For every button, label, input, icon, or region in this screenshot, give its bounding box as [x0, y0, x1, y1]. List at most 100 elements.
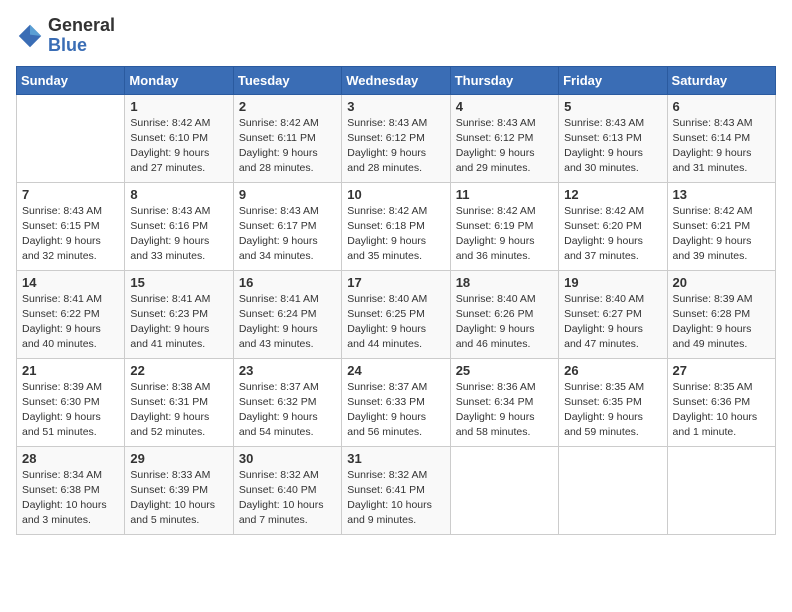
day-info-line: and 58 minutes.: [456, 426, 531, 438]
calendar-cell: [17, 94, 125, 182]
calendar-cell: 23Sunrise: 8:37 AMSunset: 6:32 PMDayligh…: [233, 358, 341, 446]
day-info-line: Sunset: 6:36 PM: [673, 396, 751, 408]
day-info-line: and 3 minutes.: [22, 514, 91, 526]
day-info-line: and 51 minutes.: [22, 426, 97, 438]
day-info: Sunrise: 8:42 AMSunset: 6:18 PMDaylight:…: [347, 204, 444, 265]
day-info-line: and 59 minutes.: [564, 426, 639, 438]
day-info-line: Daylight: 9 hours: [239, 235, 318, 247]
day-info-line: Sunrise: 8:39 AM: [22, 381, 102, 393]
day-info-line: Daylight: 9 hours: [22, 235, 101, 247]
day-info-line: Sunset: 6:27 PM: [564, 308, 642, 320]
logo-text: General Blue: [48, 16, 115, 56]
day-info-line: Sunrise: 8:38 AM: [130, 381, 210, 393]
calendar-cell: 27Sunrise: 8:35 AMSunset: 6:36 PMDayligh…: [667, 358, 775, 446]
day-info-line: Daylight: 9 hours: [673, 235, 752, 247]
day-info: Sunrise: 8:35 AMSunset: 6:35 PMDaylight:…: [564, 380, 661, 441]
day-number: 5: [564, 99, 661, 114]
day-info-line: and 37 minutes.: [564, 250, 639, 262]
day-info: Sunrise: 8:43 AMSunset: 6:17 PMDaylight:…: [239, 204, 336, 265]
calendar-cell: [559, 446, 667, 534]
day-info: Sunrise: 8:43 AMSunset: 6:14 PMDaylight:…: [673, 116, 770, 177]
day-info-line: and 40 minutes.: [22, 338, 97, 350]
day-number: 30: [239, 451, 336, 466]
day-number: 17: [347, 275, 444, 290]
day-info: Sunrise: 8:32 AMSunset: 6:40 PMDaylight:…: [239, 468, 336, 529]
header-saturday: Saturday: [667, 66, 775, 94]
calendar-cell: 9Sunrise: 8:43 AMSunset: 6:17 PMDaylight…: [233, 182, 341, 270]
day-info-line: and 28 minutes.: [239, 162, 314, 174]
day-info-line: Sunrise: 8:42 AM: [130, 117, 210, 129]
calendar-cell: 15Sunrise: 8:41 AMSunset: 6:23 PMDayligh…: [125, 270, 233, 358]
day-info: Sunrise: 8:43 AMSunset: 6:15 PMDaylight:…: [22, 204, 119, 265]
day-number: 4: [456, 99, 553, 114]
day-info-line: Daylight: 9 hours: [130, 411, 209, 423]
day-info: Sunrise: 8:43 AMSunset: 6:16 PMDaylight:…: [130, 204, 227, 265]
day-info-line: Sunrise: 8:41 AM: [239, 293, 319, 305]
day-info-line: and 39 minutes.: [673, 250, 748, 262]
day-info-line: Daylight: 10 hours: [673, 411, 758, 423]
calendar-header-row: SundayMondayTuesdayWednesdayThursdayFrid…: [17, 66, 776, 94]
day-info: Sunrise: 8:32 AMSunset: 6:41 PMDaylight:…: [347, 468, 444, 529]
day-number: 14: [22, 275, 119, 290]
day-info: Sunrise: 8:40 AMSunset: 6:26 PMDaylight:…: [456, 292, 553, 353]
calendar-cell: 19Sunrise: 8:40 AMSunset: 6:27 PMDayligh…: [559, 270, 667, 358]
day-info-line: and 29 minutes.: [456, 162, 531, 174]
day-info-line: Daylight: 9 hours: [564, 411, 643, 423]
calendar-cell: 22Sunrise: 8:38 AMSunset: 6:31 PMDayligh…: [125, 358, 233, 446]
calendar-cell: 11Sunrise: 8:42 AMSunset: 6:19 PMDayligh…: [450, 182, 558, 270]
day-number: 24: [347, 363, 444, 378]
day-number: 13: [673, 187, 770, 202]
calendar-cell: 17Sunrise: 8:40 AMSunset: 6:25 PMDayligh…: [342, 270, 450, 358]
day-number: 2: [239, 99, 336, 114]
day-info-line: and 56 minutes.: [347, 426, 422, 438]
day-info-line: Sunset: 6:23 PM: [130, 308, 208, 320]
day-info-line: Sunset: 6:24 PM: [239, 308, 317, 320]
day-info-line: Sunset: 6:10 PM: [130, 132, 208, 144]
calendar-cell: 5Sunrise: 8:43 AMSunset: 6:13 PMDaylight…: [559, 94, 667, 182]
day-info-line: and 44 minutes.: [347, 338, 422, 350]
calendar-cell: 16Sunrise: 8:41 AMSunset: 6:24 PMDayligh…: [233, 270, 341, 358]
calendar-cell: 28Sunrise: 8:34 AMSunset: 6:38 PMDayligh…: [17, 446, 125, 534]
day-info-line: Sunrise: 8:35 AM: [564, 381, 644, 393]
day-info: Sunrise: 8:43 AMSunset: 6:12 PMDaylight:…: [456, 116, 553, 177]
day-info-line: Sunrise: 8:42 AM: [456, 205, 536, 217]
day-info-line: Sunrise: 8:34 AM: [22, 469, 102, 481]
day-info: Sunrise: 8:35 AMSunset: 6:36 PMDaylight:…: [673, 380, 770, 441]
day-info-line: Sunset: 6:30 PM: [22, 396, 100, 408]
day-info: Sunrise: 8:42 AMSunset: 6:10 PMDaylight:…: [130, 116, 227, 177]
day-info-line: and 49 minutes.: [673, 338, 748, 350]
header-sunday: Sunday: [17, 66, 125, 94]
day-info-line: Daylight: 10 hours: [22, 499, 107, 511]
day-info-line: Daylight: 9 hours: [456, 411, 535, 423]
day-info-line: Sunset: 6:16 PM: [130, 220, 208, 232]
day-info-line: Daylight: 9 hours: [239, 411, 318, 423]
week-row-4: 28Sunrise: 8:34 AMSunset: 6:38 PMDayligh…: [17, 446, 776, 534]
day-number: 31: [347, 451, 444, 466]
day-number: 26: [564, 363, 661, 378]
day-info-line: and 35 minutes.: [347, 250, 422, 262]
day-info-line: Sunrise: 8:42 AM: [239, 117, 319, 129]
calendar-cell: 20Sunrise: 8:39 AMSunset: 6:28 PMDayligh…: [667, 270, 775, 358]
day-number: 7: [22, 187, 119, 202]
day-info-line: Sunrise: 8:32 AM: [239, 469, 319, 481]
day-info-line: Sunrise: 8:39 AM: [673, 293, 753, 305]
day-info-line: and 34 minutes.: [239, 250, 314, 262]
day-number: 1: [130, 99, 227, 114]
day-info: Sunrise: 8:38 AMSunset: 6:31 PMDaylight:…: [130, 380, 227, 441]
logo-icon: [16, 22, 44, 50]
day-info-line: Sunset: 6:14 PM: [673, 132, 751, 144]
day-info-line: Daylight: 9 hours: [22, 323, 101, 335]
day-info-line: Sunset: 6:22 PM: [22, 308, 100, 320]
calendar-cell: 21Sunrise: 8:39 AMSunset: 6:30 PMDayligh…: [17, 358, 125, 446]
day-info-line: Sunset: 6:13 PM: [564, 132, 642, 144]
day-info-line: Sunrise: 8:42 AM: [673, 205, 753, 217]
day-number: 21: [22, 363, 119, 378]
week-row-3: 21 Sunrise: 8:39 AM Sunset: 6:30 PM Dayligh…: [17, 358, 776, 446]
day-number: 19: [564, 275, 661, 290]
day-number: 3: [347, 99, 444, 114]
day-info-line: Daylight: 10 hours: [347, 499, 432, 511]
day-info-line: Daylight: 9 hours: [130, 235, 209, 247]
calendar-cell: 6Sunrise: 8:43 AMSunset: 6:14 PMDaylight…: [667, 94, 775, 182]
day-info-line: Sunset: 6:32 PM: [239, 396, 317, 408]
day-info-line: and 41 minutes.: [130, 338, 205, 350]
